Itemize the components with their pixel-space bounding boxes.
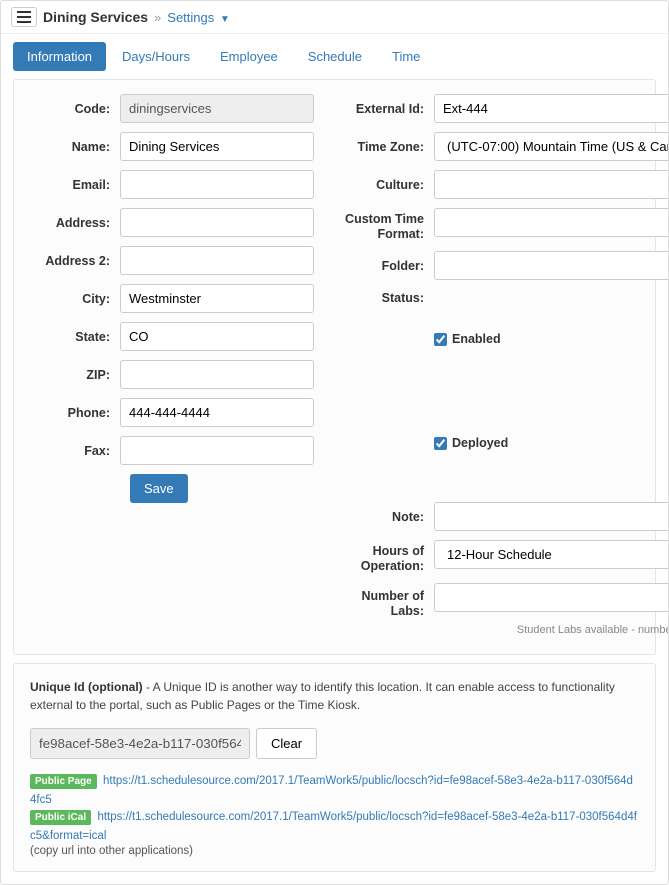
tab-bar: Information Days/Hours Employee Schedule…	[1, 34, 668, 71]
form-panel: Code: Name: Email: Address: Address 2: C…	[13, 79, 656, 655]
external-id-input[interactable]	[434, 94, 669, 123]
breadcrumb-settings-link[interactable]: Settings ▼	[167, 10, 230, 25]
status-enabled-label: Enabled	[452, 332, 501, 346]
custom-time-label: Custom Time Format:	[334, 208, 434, 242]
zip-input[interactable]	[120, 360, 314, 389]
timezone-select[interactable]: (UTC-07:00) Mountain Time (US & Canada)	[434, 132, 669, 161]
code-label: Code:	[30, 102, 120, 116]
breadcrumb-title: Dining Services	[43, 9, 148, 25]
zip-label: ZIP:	[30, 368, 120, 382]
name-label: Name:	[30, 140, 120, 154]
status-deployed-check[interactable]: Deployed	[434, 393, 669, 493]
address2-input[interactable]	[120, 246, 314, 275]
fax-label: Fax:	[30, 444, 120, 458]
culture-label: Culture:	[334, 178, 434, 192]
breadcrumb-separator: »	[154, 10, 161, 25]
right-column: External Id: Time Zone:(UTC-07:00) Mount…	[334, 94, 669, 636]
public-page-link[interactable]: https://t1.schedulesource.com/2017.1/Tea…	[30, 775, 633, 806]
state-input[interactable]	[120, 322, 314, 351]
state-label: State:	[30, 330, 120, 344]
hours-label: Hours of Operation:	[334, 540, 434, 574]
copy-url-note: (copy url into other applications)	[30, 845, 639, 857]
unique-id-panel: Unique Id (optional) - A Unique ID is an…	[13, 663, 656, 872]
custom-time-input[interactable]	[434, 208, 669, 237]
tab-information[interactable]: Information	[13, 42, 106, 71]
email-label: Email:	[30, 178, 120, 192]
city-label: City:	[30, 292, 120, 306]
public-page-badge: Public Page	[30, 774, 97, 789]
public-ical-link[interactable]: https://t1.schedulesource.com/2017.1/Tea…	[30, 811, 637, 842]
folder-label: Folder:	[334, 259, 434, 273]
uid-input	[30, 728, 250, 759]
uid-clear-button[interactable]: Clear	[256, 728, 317, 759]
code-input	[120, 94, 314, 123]
uid-title: Unique Id (optional)	[30, 680, 143, 694]
folder-select[interactable]	[434, 251, 669, 280]
name-input[interactable]	[120, 132, 314, 161]
address-input[interactable]	[120, 208, 314, 237]
labs-help-text: Student Labs available - number input ty…	[334, 624, 669, 636]
fax-input[interactable]	[120, 436, 314, 465]
tab-employee[interactable]: Employee	[206, 42, 292, 71]
left-column: Code: Name: Email: Address: Address 2: C…	[30, 94, 314, 636]
address-label: Address:	[30, 216, 120, 230]
hours-select[interactable]: 12-Hour Schedule	[434, 540, 669, 569]
address2-label: Address 2:	[30, 254, 120, 268]
labs-label: Number of Labs:	[334, 583, 434, 619]
status-deployed-label: Deployed	[452, 436, 508, 450]
status-enabled-check[interactable]: Enabled	[434, 289, 669, 389]
labs-input[interactable]	[434, 583, 669, 612]
note-label: Note:	[334, 510, 434, 524]
chevron-down-icon: ▼	[220, 14, 230, 25]
save-button[interactable]: Save	[130, 474, 188, 503]
timezone-label: Time Zone:	[334, 140, 434, 154]
tab-schedule[interactable]: Schedule	[294, 42, 376, 71]
hamburger-menu-icon[interactable]	[11, 7, 37, 27]
tab-time[interactable]: Time	[378, 42, 434, 71]
breadcrumb-link-label: Settings	[167, 10, 214, 25]
app-frame: Dining Services » Settings ▼ Information…	[0, 0, 669, 885]
external-id-label: External Id:	[334, 102, 434, 116]
email-input[interactable]	[120, 170, 314, 199]
culture-select[interactable]	[434, 170, 669, 199]
note-input[interactable]	[434, 502, 669, 531]
tab-days-hours[interactable]: Days/Hours	[108, 42, 204, 71]
public-ical-badge: Public iCal	[30, 810, 91, 825]
breadcrumb: Dining Services » Settings ▼	[1, 1, 668, 34]
phone-input[interactable]	[120, 398, 314, 427]
phone-label: Phone:	[30, 406, 120, 420]
city-input[interactable]	[120, 284, 314, 313]
status-label: Status:	[334, 289, 434, 305]
